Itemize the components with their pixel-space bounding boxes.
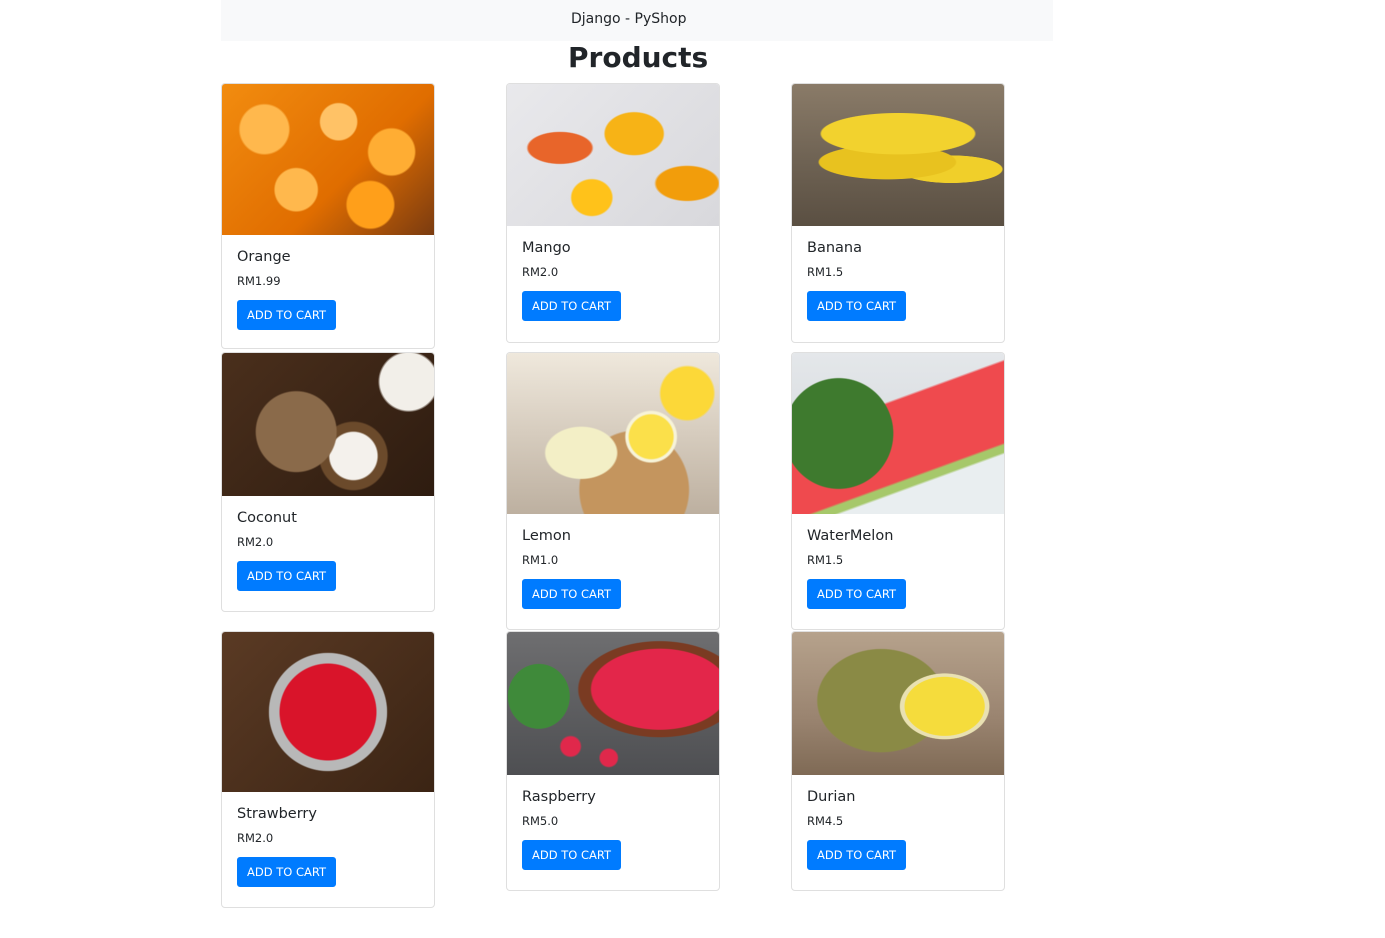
mango-product-image xyxy=(507,84,719,226)
raspberry-product-image xyxy=(507,632,719,775)
watermelon-product-image xyxy=(792,353,1004,514)
add-to-cart-button[interactable]: ADD TO CART xyxy=(522,579,622,609)
product-card-lemon: Lemon RM1.0 ADD TO CART xyxy=(506,352,720,630)
orange-product-image xyxy=(222,84,434,235)
product-name: Banana xyxy=(807,240,862,256)
add-to-cart-button[interactable]: ADD TO CART xyxy=(522,291,622,321)
product-price: RM2.0 xyxy=(237,831,274,845)
add-to-cart-button[interactable]: ADD TO CART xyxy=(237,300,337,330)
product-price: RM1.0 xyxy=(522,553,559,567)
product-card-strawberry: Strawberry RM2.0 ADD TO CART xyxy=(221,631,435,908)
product-price: RM5.0 xyxy=(522,814,559,828)
coconut-product-image xyxy=(222,353,434,496)
add-to-cart-button[interactable]: ADD TO CART xyxy=(237,561,337,591)
add-to-cart-button[interactable]: ADD TO CART xyxy=(807,291,907,321)
product-name: Durian xyxy=(807,789,856,805)
lemon-product-image xyxy=(507,353,719,514)
product-price: RM1.99 xyxy=(237,274,281,288)
page-title: Products xyxy=(568,41,709,74)
product-price: RM4.5 xyxy=(807,814,844,828)
add-to-cart-button[interactable]: ADD TO CART xyxy=(237,857,337,887)
add-to-cart-button[interactable]: ADD TO CART xyxy=(522,840,622,870)
product-name: Lemon xyxy=(522,528,571,544)
product-card-watermelon: WaterMelon RM1.5 ADD TO CART xyxy=(791,352,1005,630)
product-card-raspberry: Raspberry RM5.0 ADD TO CART xyxy=(506,631,720,891)
banana-product-image xyxy=(792,84,1004,226)
add-to-cart-button[interactable]: ADD TO CART xyxy=(807,840,907,870)
product-price: RM1.5 xyxy=(807,553,844,567)
product-name: WaterMelon xyxy=(807,528,894,544)
navbar: Django - PyShop xyxy=(221,0,1053,41)
navbar-brand[interactable]: Django - PyShop xyxy=(571,11,686,27)
product-card-mango: Mango RM2.0 ADD TO CART xyxy=(506,83,720,343)
product-price: RM1.5 xyxy=(807,265,844,279)
durian-product-image xyxy=(792,632,1004,775)
product-name: Coconut xyxy=(237,510,297,526)
strawberry-product-image xyxy=(222,632,434,792)
product-name: Orange xyxy=(237,249,291,265)
product-card-durian: Durian RM4.5 ADD TO CART xyxy=(791,631,1005,891)
product-card-coconut: Coconut RM2.0 ADD TO CART xyxy=(221,352,435,612)
product-price: RM2.0 xyxy=(522,265,559,279)
add-to-cart-button[interactable]: ADD TO CART xyxy=(807,579,907,609)
product-price: RM2.0 xyxy=(237,535,274,549)
product-name: Mango xyxy=(522,240,571,256)
product-name: Raspberry xyxy=(522,789,596,805)
product-card-banana: Banana RM1.5 ADD TO CART xyxy=(791,83,1005,343)
product-card-orange: Orange RM1.99 ADD TO CART xyxy=(221,83,435,349)
product-name: Strawberry xyxy=(237,806,317,822)
